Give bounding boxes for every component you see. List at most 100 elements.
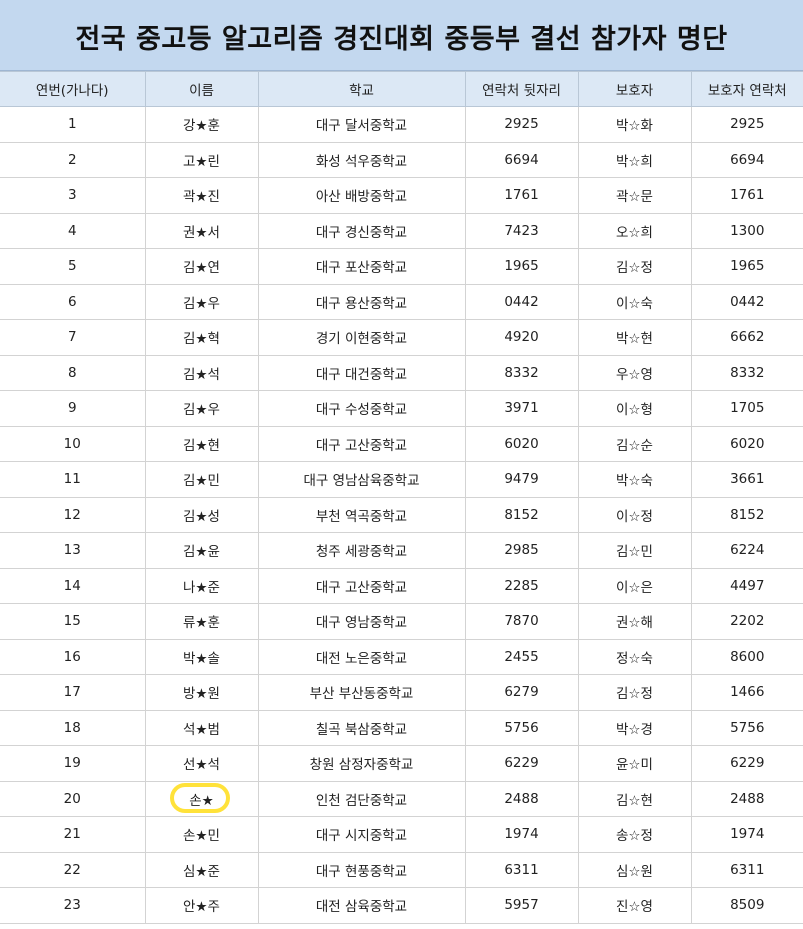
cell-phone: 6694	[464, 141, 579, 178]
table-body: 1 강★훈 대구 달서중학교 2925 박☆화 2925 2 고★린 화성 석우중학교 6694 박…	[0, 106, 803, 924]
cell-guardian: 이☆은	[577, 567, 692, 604]
cell-phone: 1974	[464, 816, 579, 853]
table-row: 12 김★성 부천 역곡중학교 8152 이☆정 8152	[0, 496, 803, 533]
cell-name: 김★혁	[144, 319, 259, 356]
cell-guardian-phone: 1974	[690, 816, 803, 853]
cell-guardian: 이☆숙	[577, 283, 692, 320]
cell-guardian-phone: 1761	[690, 177, 803, 214]
cell-number: 12	[0, 496, 146, 533]
table-row: 13 김★윤 청주 세광중학교 2985 김☆민 6224	[0, 532, 803, 569]
cell-name: 김★연	[144, 248, 259, 285]
cell-guardian: 박☆희	[577, 141, 692, 178]
cell-guardian-phone: 6311	[690, 851, 803, 888]
column-header-school: 학교	[257, 71, 466, 107]
cell-school: 청주 세광중학교	[257, 532, 466, 569]
cell-phone: 6311	[464, 851, 579, 888]
table-row: 11 김★민 대구 영남삼육중학교 9479 박☆숙 3661	[0, 461, 803, 498]
cell-school: 대구 경신중학교	[257, 212, 466, 249]
cell-guardian: 박☆화	[577, 106, 692, 143]
cell-number: 1	[0, 106, 146, 143]
cell-guardian-phone: 2488	[690, 780, 803, 817]
cell-guardian-phone: 1965	[690, 248, 803, 285]
cell-name: 권★서	[144, 212, 259, 249]
cell-number: 14	[0, 567, 146, 604]
cell-school: 대구 달서중학교	[257, 106, 466, 143]
cell-phone: 8332	[464, 354, 579, 391]
cell-name: 김★윤	[144, 532, 259, 569]
cell-school: 대전 삼육중학교	[257, 887, 466, 924]
cell-phone: 3971	[464, 390, 579, 427]
name-text: 김★연	[183, 260, 220, 277]
table-row: 20 손★ 인천 검단중학교 2488 김☆현 2488	[0, 780, 803, 817]
cell-number: 16	[0, 638, 146, 675]
cell-guardian: 곽☆문	[577, 177, 692, 214]
table-row: 17 방★원 부산 부산동중학교 6279 김☆정 1466	[0, 674, 803, 711]
cell-phone: 9479	[464, 461, 579, 498]
name-text: 김★우	[183, 295, 220, 312]
cell-name: 방★원	[144, 674, 259, 711]
page-title: 전국 중고등 알고리즘 경진대회 중등부 결선 참가자 명단	[75, 23, 728, 55]
cell-guardian-phone: 1300	[690, 212, 803, 249]
cell-guardian-phone: 8509	[690, 887, 803, 924]
cell-number: 11	[0, 461, 146, 498]
name-text: 강★훈	[183, 118, 220, 135]
cell-school: 부산 부산동중학교	[257, 674, 466, 711]
cell-guardian: 이☆정	[577, 496, 692, 533]
cell-school: 인천 검단중학교	[257, 780, 466, 817]
name-text: 권★서	[183, 224, 220, 241]
cell-school: 대구 대건중학교	[257, 354, 466, 391]
cell-guardian: 송☆정	[577, 816, 692, 853]
cell-number: 17	[0, 674, 146, 711]
cell-number: 23	[0, 887, 146, 924]
cell-name: 김★현	[144, 425, 259, 462]
column-header-guardian: 보호자	[577, 71, 692, 107]
cell-school: 대구 포산중학교	[257, 248, 466, 285]
cell-phone: 2455	[464, 638, 579, 675]
cell-phone: 8152	[464, 496, 579, 533]
column-header-phone: 연락처 뒷자리	[464, 71, 579, 107]
participant-table: 연번(가나다) 이름 학교 연락처 뒷자리 보호자 보호자 연락처 1 강★훈 대구…	[0, 71, 803, 924]
cell-school: 대구 고산중학교	[257, 567, 466, 604]
cell-school: 대구 영남삼육중학교	[257, 461, 466, 498]
cell-number: 5	[0, 248, 146, 285]
name-text: 나★준	[183, 579, 220, 596]
cell-guardian: 김☆민	[577, 532, 692, 569]
cell-guardian: 심☆원	[577, 851, 692, 888]
cell-guardian-phone: 6224	[690, 532, 803, 569]
cell-guardian-phone: 6662	[690, 319, 803, 356]
cell-school: 칠곡 북삼중학교	[257, 709, 466, 746]
cell-number: 18	[0, 709, 146, 746]
cell-phone: 7870	[464, 603, 579, 640]
table-header-row: 연번(가나다) 이름 학교 연락처 뒷자리 보호자 보호자 연락처	[0, 71, 803, 107]
table-row: 10 김★현 대구 고산중학교 6020 김☆순 6020	[0, 425, 803, 462]
cell-school: 대구 용산중학교	[257, 283, 466, 320]
table-row: 15 류★훈 대구 영남중학교 7870 권☆해 2202	[0, 603, 803, 640]
name-text: 석★범	[183, 721, 220, 738]
cell-number: 2	[0, 141, 146, 178]
table-row: 9 김★우 대구 수성중학교 3971 이☆형 1705	[0, 390, 803, 427]
cell-guardian-phone: 1705	[690, 390, 803, 427]
name-text: 김★우	[183, 402, 220, 419]
cell-guardian-phone: 8600	[690, 638, 803, 675]
cell-school: 대구 고산중학교	[257, 425, 466, 462]
cell-name: 김★우	[144, 283, 259, 320]
cell-phone: 6229	[464, 745, 579, 782]
cell-guardian: 정☆숙	[577, 638, 692, 675]
cell-guardian-phone: 0442	[690, 283, 803, 320]
cell-school: 경기 이현중학교	[257, 319, 466, 356]
table-row: 19 선★석 창원 삼정자중학교 6229 윤☆미 6229	[0, 745, 803, 782]
name-text: 김★민	[183, 473, 220, 490]
cell-number: 13	[0, 532, 146, 569]
cell-name: 안★주	[144, 887, 259, 924]
table-row: 8 김★석 대구 대건중학교 8332 우☆영 8332	[0, 354, 803, 391]
cell-school: 대구 영남중학교	[257, 603, 466, 640]
column-header-number: 연번(가나다)	[0, 71, 146, 107]
cell-number: 10	[0, 425, 146, 462]
cell-name: 김★민	[144, 461, 259, 498]
cell-name: 김★우	[144, 390, 259, 427]
cell-guardian-phone: 8332	[690, 354, 803, 391]
cell-guardian: 김☆현	[577, 780, 692, 817]
cell-name: 김★성	[144, 496, 259, 533]
cell-guardian-phone: 6229	[690, 745, 803, 782]
name-text: 방★원	[183, 686, 220, 703]
